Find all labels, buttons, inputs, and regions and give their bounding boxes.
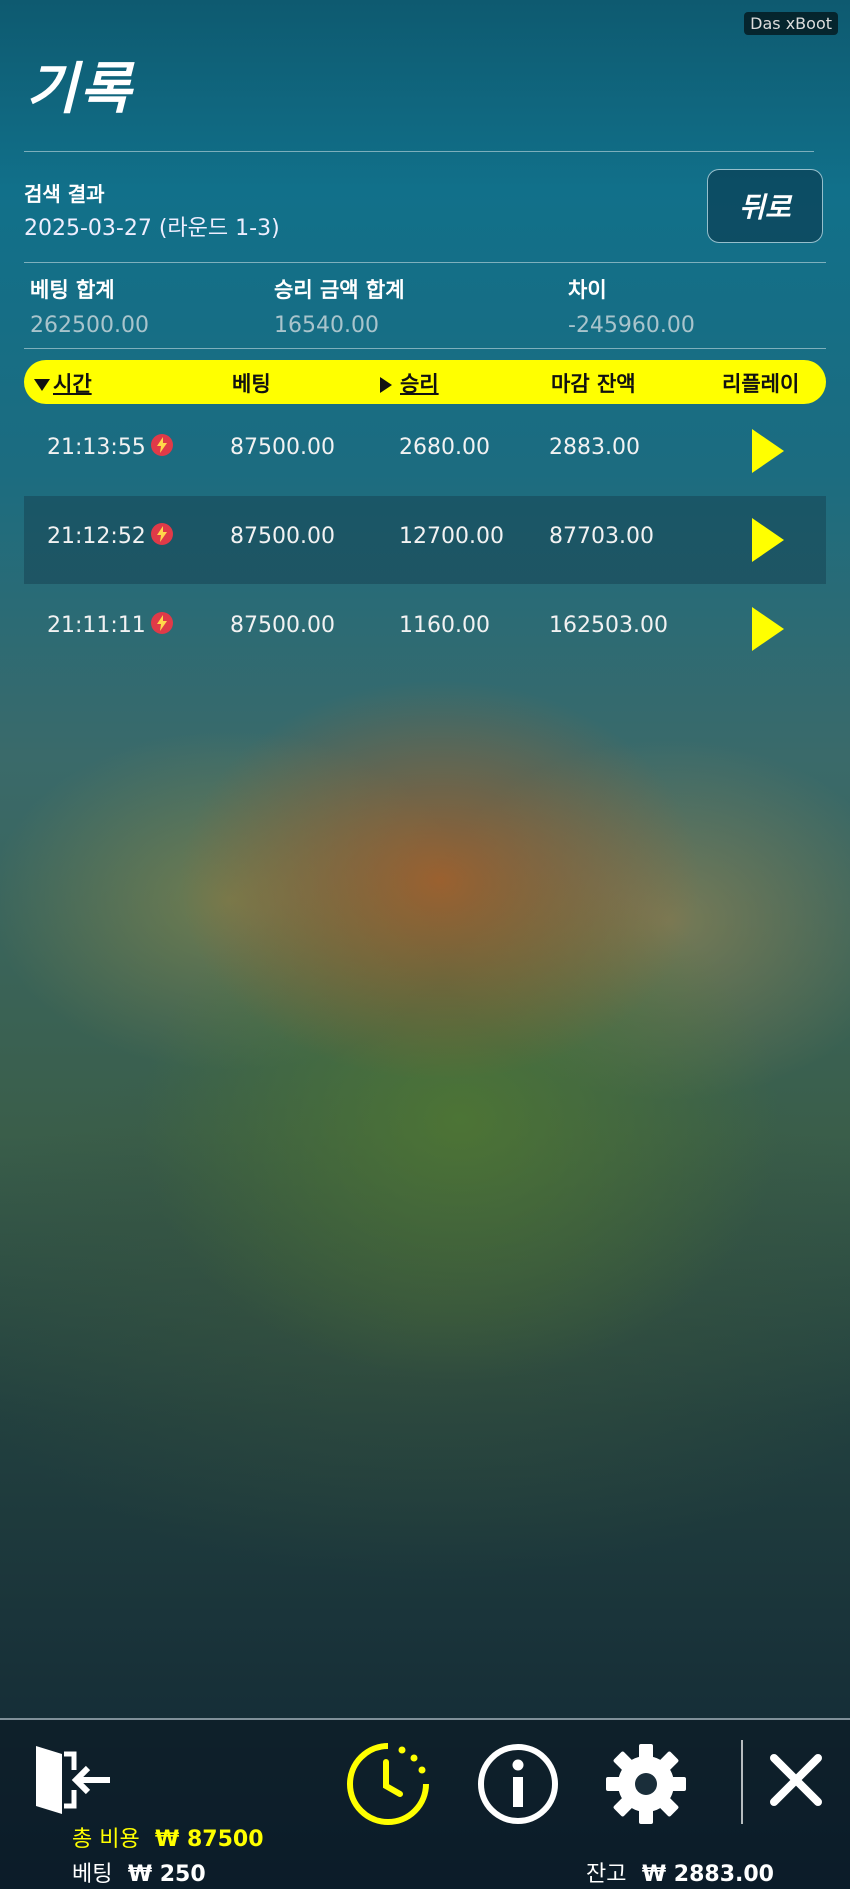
difference-value: -245960.00 [568, 313, 695, 338]
page-title: 기록 [26, 57, 134, 122]
balance: 잔고 ₩ 2883.00 [586, 1856, 774, 1888]
lightning-icon [151, 434, 173, 456]
gear-icon[interactable] [604, 1742, 688, 1830]
exit-door-icon[interactable] [28, 1740, 114, 1824]
replay-header: 리플레이 [722, 372, 800, 396]
info-icon[interactable] [476, 1742, 560, 1830]
title-divider [24, 151, 814, 152]
row-win: 1160.00 [399, 613, 490, 638]
row-time: 21:11:11 [47, 613, 146, 638]
balance-value: ₩ 2883.00 [641, 1862, 774, 1887]
win-header-label: 승리 [400, 372, 439, 396]
toolbar-separator [741, 1740, 743, 1824]
balance-label: 잔고 [586, 1862, 627, 1887]
row-bet: 87500.00 [230, 613, 335, 638]
row-win: 2680.00 [399, 435, 490, 460]
balance-header: 마감 잔액 [551, 372, 636, 396]
watermark-badge: Das xBoot [744, 12, 838, 35]
table-row: 21:11:11 87500.00 1160.00 162503.00 [24, 585, 826, 673]
bet-total-value: 262500.00 [30, 313, 149, 338]
play-icon[interactable] [752, 518, 784, 562]
play-icon[interactable] [752, 607, 784, 651]
win-total-label: 승리 금액 합계 [274, 278, 405, 302]
sort-desc-icon [34, 379, 50, 391]
row-bet: 87500.00 [230, 435, 335, 460]
total-cost: 총 비용 ₩ 87500 [72, 1821, 264, 1853]
difference-label: 차이 [568, 278, 607, 302]
sort-time-header[interactable]: 시간 [34, 368, 92, 398]
sort-win-header[interactable]: 승리 [380, 368, 439, 398]
search-result-value: 2025-03-27 (라운드 1-3) [24, 216, 280, 241]
row-balance: 162503.00 [549, 613, 668, 638]
play-icon[interactable] [752, 429, 784, 473]
close-icon[interactable] [768, 1752, 824, 1812]
row-time: 21:12:52 [47, 524, 146, 549]
time-header-label: 시간 [53, 372, 92, 396]
lightning-icon [151, 612, 173, 634]
row-balance: 2883.00 [549, 435, 640, 460]
summary-bottom-divider [24, 348, 826, 349]
history-clock-icon[interactable] [346, 1742, 430, 1830]
table-header: 시간 베팅 승리 마감 잔액 리플레이 [24, 360, 826, 404]
row-bet: 87500.00 [230, 524, 335, 549]
bet-value: ₩ 250 [127, 1862, 206, 1887]
back-button[interactable]: 뒤로 [707, 169, 823, 243]
table-row: 21:12:52 87500.00 12700.00 87703.00 [24, 496, 826, 584]
summary-top-divider [24, 262, 826, 263]
bet-amount: 베팅 ₩ 250 [72, 1856, 206, 1888]
lightning-icon [151, 523, 173, 545]
total-cost-value: ₩ 87500 [155, 1827, 264, 1852]
bet-header: 베팅 [232, 372, 271, 396]
win-total-value: 16540.00 [274, 313, 379, 338]
row-time: 21:13:55 [47, 435, 146, 460]
bottom-bar-divider [0, 1718, 850, 1720]
sort-neutral-icon [380, 377, 392, 393]
total-cost-label: 총 비용 [72, 1827, 140, 1852]
bet-label: 베팅 [72, 1862, 113, 1887]
row-balance: 87703.00 [549, 524, 654, 549]
search-result-label: 검색 결과 [24, 182, 105, 206]
row-win: 12700.00 [399, 524, 504, 549]
table-row: 21:13:55 87500.00 2680.00 2883.00 [24, 407, 826, 495]
bet-total-label: 베팅 합계 [30, 278, 115, 302]
